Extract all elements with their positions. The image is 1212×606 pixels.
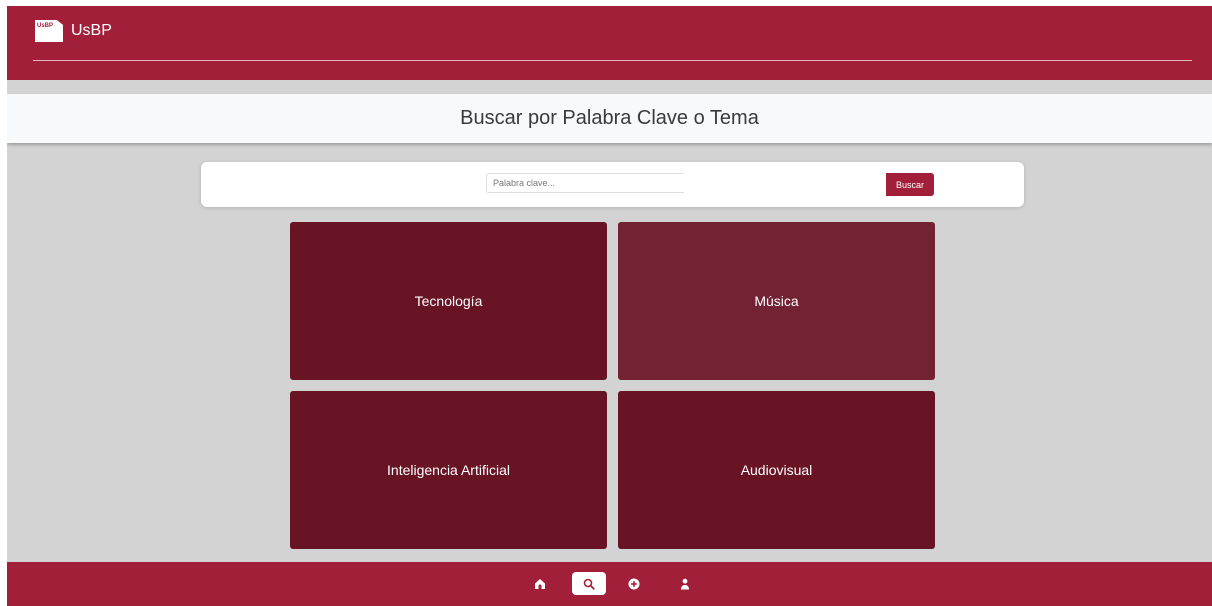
topic-label: Tecnología bbox=[414, 293, 483, 309]
topic-label: Inteligencia Artificial bbox=[387, 462, 510, 478]
page-banner: Buscar por Palabra Clave o Tema bbox=[7, 94, 1212, 143]
topic-card-tecnologia[interactable]: Tecnología bbox=[290, 222, 607, 380]
navbar-divider bbox=[33, 60, 1192, 61]
top-navbar: UsBP UsBP bbox=[7, 6, 1212, 80]
topic-card-musica[interactable]: Música bbox=[618, 222, 935, 380]
topic-label: Música bbox=[754, 293, 799, 309]
logo-icon: UsBP bbox=[35, 20, 63, 42]
search-icon bbox=[583, 578, 595, 590]
nav-home-button[interactable] bbox=[527, 571, 553, 597]
brand-name[interactable]: UsBP bbox=[71, 22, 112, 40]
page-title: Buscar por Palabra Clave o Tema bbox=[460, 107, 759, 129]
search-card: Buscar bbox=[201, 162, 1024, 207]
topic-label: Audiovisual bbox=[740, 462, 813, 478]
nav-add-button[interactable] bbox=[621, 571, 647, 597]
user-icon bbox=[681, 578, 689, 590]
search-input[interactable] bbox=[486, 173, 684, 193]
topic-card-audiovisual[interactable]: Audiovisual bbox=[618, 391, 935, 549]
nav-search-button[interactable] bbox=[572, 572, 606, 595]
app-frame: UsBP UsBP Buscar por Palabra Clave o Tem… bbox=[7, 6, 1212, 606]
brand[interactable]: UsBP UsBP bbox=[35, 20, 112, 42]
logo-text: UsBP bbox=[37, 23, 54, 29]
nav-profile-button[interactable] bbox=[672, 571, 698, 597]
bottom-navbar bbox=[7, 562, 1212, 606]
search-button[interactable]: Buscar bbox=[886, 173, 934, 196]
plus-circle-icon bbox=[628, 578, 640, 590]
topic-card-inteligencia-artificial[interactable]: Inteligencia Artificial bbox=[290, 391, 607, 549]
home-icon bbox=[535, 579, 545, 589]
